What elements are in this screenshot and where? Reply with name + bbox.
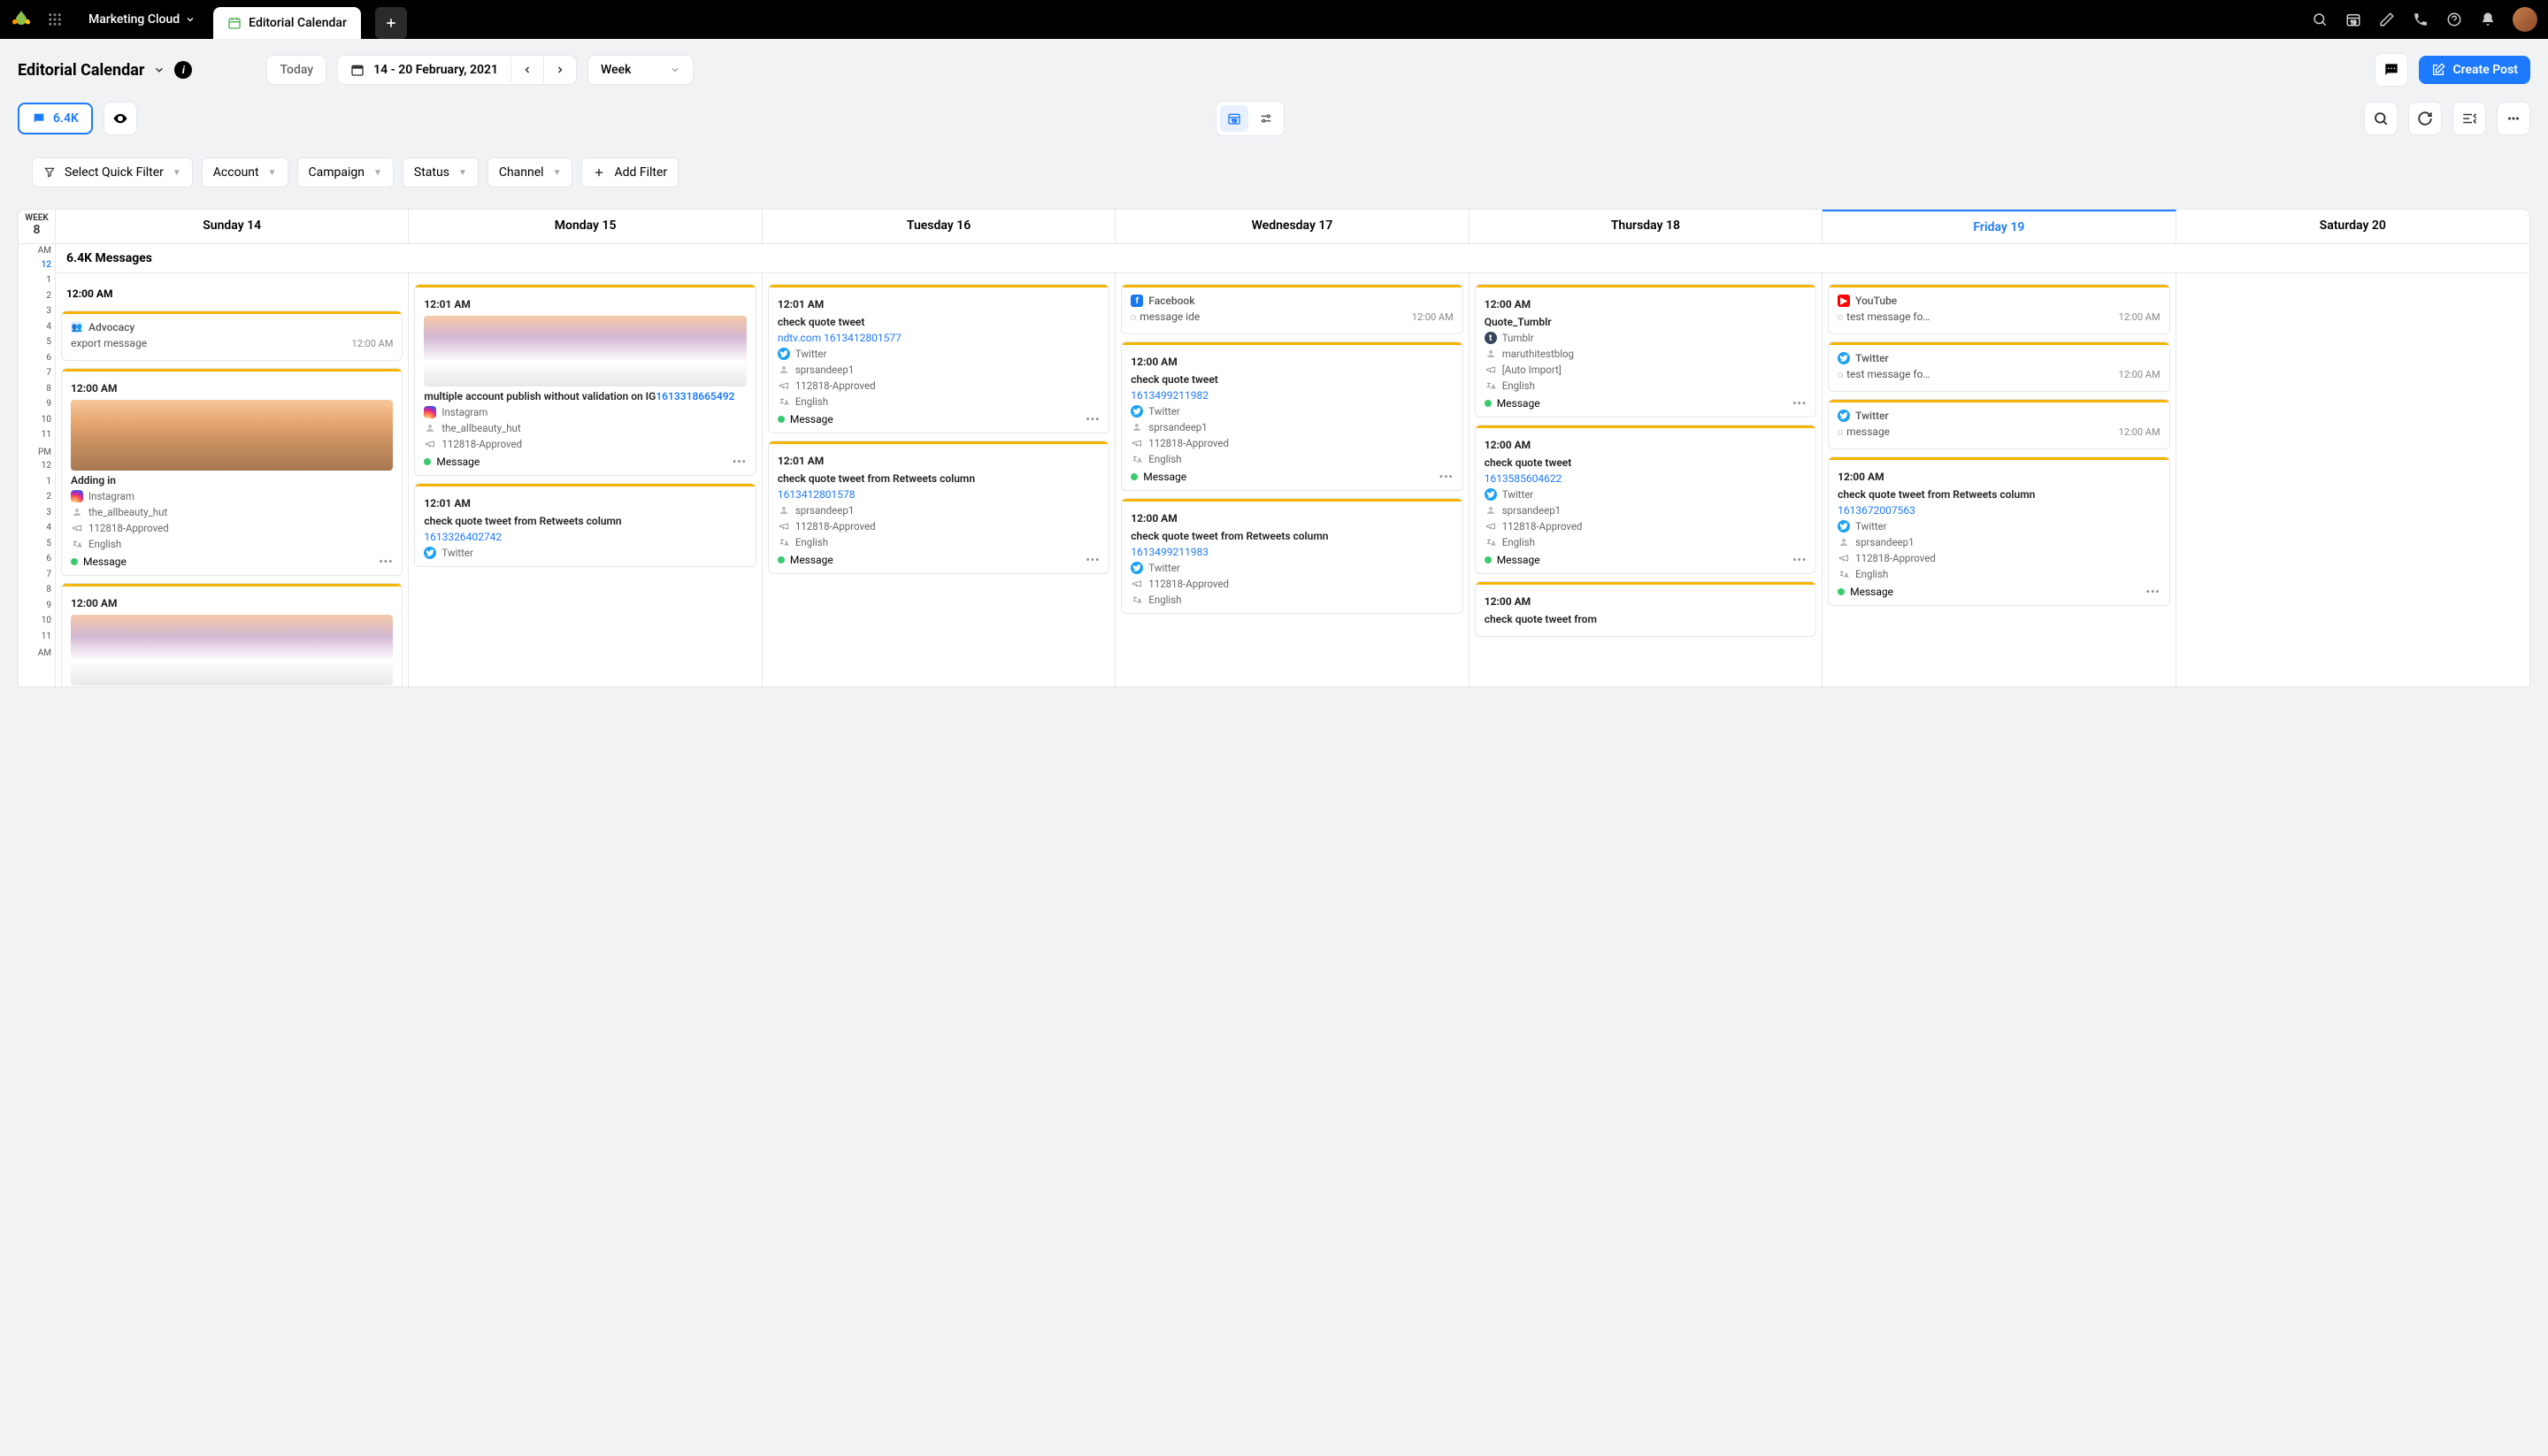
day-column: ▶YouTubetest message fo…12:00 AM Twittert… (1823, 273, 2176, 686)
user-avatar[interactable] (2513, 7, 2537, 32)
apps-grid-icon[interactable] (46, 11, 64, 28)
topbar-left: Marketing Cloud Editorial Calendar (11, 0, 407, 39)
message-card[interactable]: 12:00 AM (61, 583, 403, 686)
day-column: 12:00 AM👥Advocacyexport message12:00 AM1… (56, 273, 409, 686)
day-column: 12:00 AMQuote_TumblrtTumblrmaruthitestbl… (1470, 273, 1823, 686)
add-tab-button[interactable] (375, 7, 407, 39)
calendar-icon (350, 63, 365, 77)
cloud-label: Marketing Cloud (88, 12, 180, 27)
message-card[interactable]: 12:00 AMcheck quote tweet from Retweets … (1828, 456, 2169, 606)
next-button[interactable] (543, 57, 576, 82)
message-card[interactable]: 12:01 AMmultiple account publish without… (414, 284, 756, 476)
card-menu-icon[interactable]: ••• (1439, 471, 1454, 483)
page-title-group: Editorial Calendar i (18, 61, 192, 80)
info-icon[interactable]: i (174, 61, 192, 79)
topbar: Marketing Cloud Editorial Calendar 19 (0, 0, 2548, 39)
week-number: WEEK 8 (19, 210, 56, 243)
settings-view-button[interactable] (1252, 105, 1280, 132)
brand-logo-icon[interactable] (11, 9, 32, 30)
messages-count-header: 6.4K Messages (56, 244, 2529, 273)
chevron-down-icon (670, 65, 680, 75)
sort-button[interactable] (2452, 102, 2486, 135)
calendar-nav-icon[interactable]: 19 (2345, 11, 2362, 28)
card-menu-icon[interactable]: ••• (733, 456, 747, 468)
message-card[interactable]: 12:00 AMAdding inInstagramthe_allbeauty_… (61, 368, 403, 576)
message-card[interactable]: Twittermessage12:00 AM (1828, 399, 2169, 449)
svg-text:19: 19 (1232, 119, 1237, 125)
edit-icon[interactable] (2378, 11, 2396, 28)
day-header[interactable]: Tuesday 16 (763, 210, 1116, 243)
message-card[interactable]: fFacebookmessage ide12:00 AM (1121, 284, 1462, 334)
message-card[interactable]: 👥Advocacyexport message12:00 AM (61, 310, 403, 361)
search-icon[interactable] (2311, 11, 2329, 28)
svg-text:19: 19 (2351, 19, 2357, 26)
tab-label: Editorial Calendar (249, 16, 347, 30)
help-icon[interactable] (2445, 11, 2463, 28)
calendar-icon (227, 16, 242, 30)
quick-filter-select[interactable]: Select Quick Filter▼ (32, 157, 193, 188)
day-column: 12:01 AMmultiple account publish without… (409, 273, 762, 686)
page-header: Editorial Calendar i Today 14 - 20 Febru… (0, 39, 2548, 97)
message-card[interactable]: 12:01 AMcheck quote tweetndtv.com 161341… (768, 284, 1109, 433)
page-title: Editorial Calendar (18, 61, 144, 80)
message-card[interactable]: 12:00 AMcheck quote tweet1613585604622Tw… (1475, 425, 1816, 574)
message-card[interactable]: Twittertest message fo…12:00 AM (1828, 341, 2169, 392)
topbar-right: 19 (2311, 7, 2537, 32)
calendar: WEEK 8 Sunday 14Monday 15Tuesday 16Wedne… (18, 209, 2530, 687)
chevron-down-icon[interactable] (153, 64, 165, 76)
day-header[interactable]: Monday 15 (409, 210, 762, 243)
day-column: 12:01 AMcheck quote tweetndtv.com 161341… (763, 273, 1116, 686)
day-header[interactable]: Saturday 20 (2176, 210, 2529, 243)
calendar-view-button[interactable]: 19 (1220, 105, 1248, 132)
day-header[interactable]: Wednesday 17 (1116, 210, 1469, 243)
more-button[interactable] (2497, 102, 2530, 135)
view-toggle: 19 (1216, 101, 1285, 136)
prev-button[interactable] (510, 57, 543, 82)
channel-filter[interactable]: Channel▼ (487, 157, 573, 188)
card-menu-icon[interactable]: ••• (379, 556, 393, 568)
date-range-label: 14 - 20 February, 2021 (373, 63, 498, 77)
add-filter-button[interactable]: Add Filter (581, 157, 679, 188)
bell-icon[interactable] (2479, 11, 2497, 28)
card-menu-icon[interactable]: ••• (1086, 413, 1100, 425)
campaign-filter[interactable]: Campaign▼ (297, 157, 394, 188)
day-column (2176, 273, 2529, 686)
message-count-chip[interactable]: 6.4K (18, 103, 93, 134)
active-tab[interactable]: Editorial Calendar (213, 7, 361, 39)
calendar-header: WEEK 8 Sunday 14Monday 15Tuesday 16Wedne… (19, 210, 2529, 244)
status-filter[interactable]: Status▼ (403, 157, 479, 188)
sub-toolbar: 6.4K 19 (0, 97, 2548, 147)
refresh-button[interactable] (2408, 102, 2442, 135)
card-menu-icon[interactable]: ••• (1086, 554, 1100, 566)
today-button[interactable]: Today (266, 55, 326, 85)
message-card[interactable]: 12:00 AMcheck quote tweet from Retweets … (1121, 498, 1462, 614)
message-area: 6.4K Messages 12:00 AM👥Advocacyexport me… (56, 244, 2529, 686)
phone-icon[interactable] (2412, 11, 2429, 28)
chevron-down-icon (185, 14, 196, 25)
filter-bar: Select Quick Filter▼ Account▼ Campaign▼ … (18, 147, 2530, 198)
message-card[interactable]: 12:00 AMQuote_TumblrtTumblrmaruthitestbl… (1475, 284, 1816, 418)
day-header[interactable]: Thursday 18 (1470, 210, 1823, 243)
day-header[interactable]: Sunday 14 (56, 210, 409, 243)
card-menu-icon[interactable]: ••• (1792, 554, 1807, 566)
time-axis: AM121234567891011PM121234567891011AM (19, 244, 56, 686)
cloud-dropdown[interactable]: Marketing Cloud (78, 12, 206, 27)
day-header[interactable]: Friday 19 (1823, 210, 2176, 243)
message-card[interactable]: 12:01 AMcheck quote tweet from Retweets … (414, 483, 756, 567)
message-card[interactable]: 12:00 AMcheck quote tweet from (1475, 581, 1816, 637)
preview-button[interactable] (104, 102, 137, 135)
chat-button[interactable] (2375, 53, 2408, 87)
message-card[interactable]: 12:01 AMcheck quote tweet from Retweets … (768, 441, 1109, 574)
message-card[interactable]: 12:00 AMcheck quote tweet1613499211982Tw… (1121, 341, 1462, 491)
day-column: fFacebookmessage ide12:00 AM 12:00 AMchec… (1116, 273, 1469, 686)
card-menu-icon[interactable]: ••• (2146, 586, 2160, 598)
create-post-button[interactable]: Create Post (2419, 56, 2530, 84)
message-card[interactable]: ▶YouTubetest message fo…12:00 AM (1828, 284, 2169, 334)
search-button[interactable] (2364, 102, 2398, 135)
account-filter[interactable]: Account▼ (202, 157, 288, 188)
date-range-picker[interactable]: 14 - 20 February, 2021 (337, 55, 577, 85)
card-menu-icon[interactable]: ••• (1792, 397, 1807, 410)
view-select[interactable]: Week (587, 55, 694, 85)
time-slot-label: 12:00 AM (61, 284, 403, 310)
